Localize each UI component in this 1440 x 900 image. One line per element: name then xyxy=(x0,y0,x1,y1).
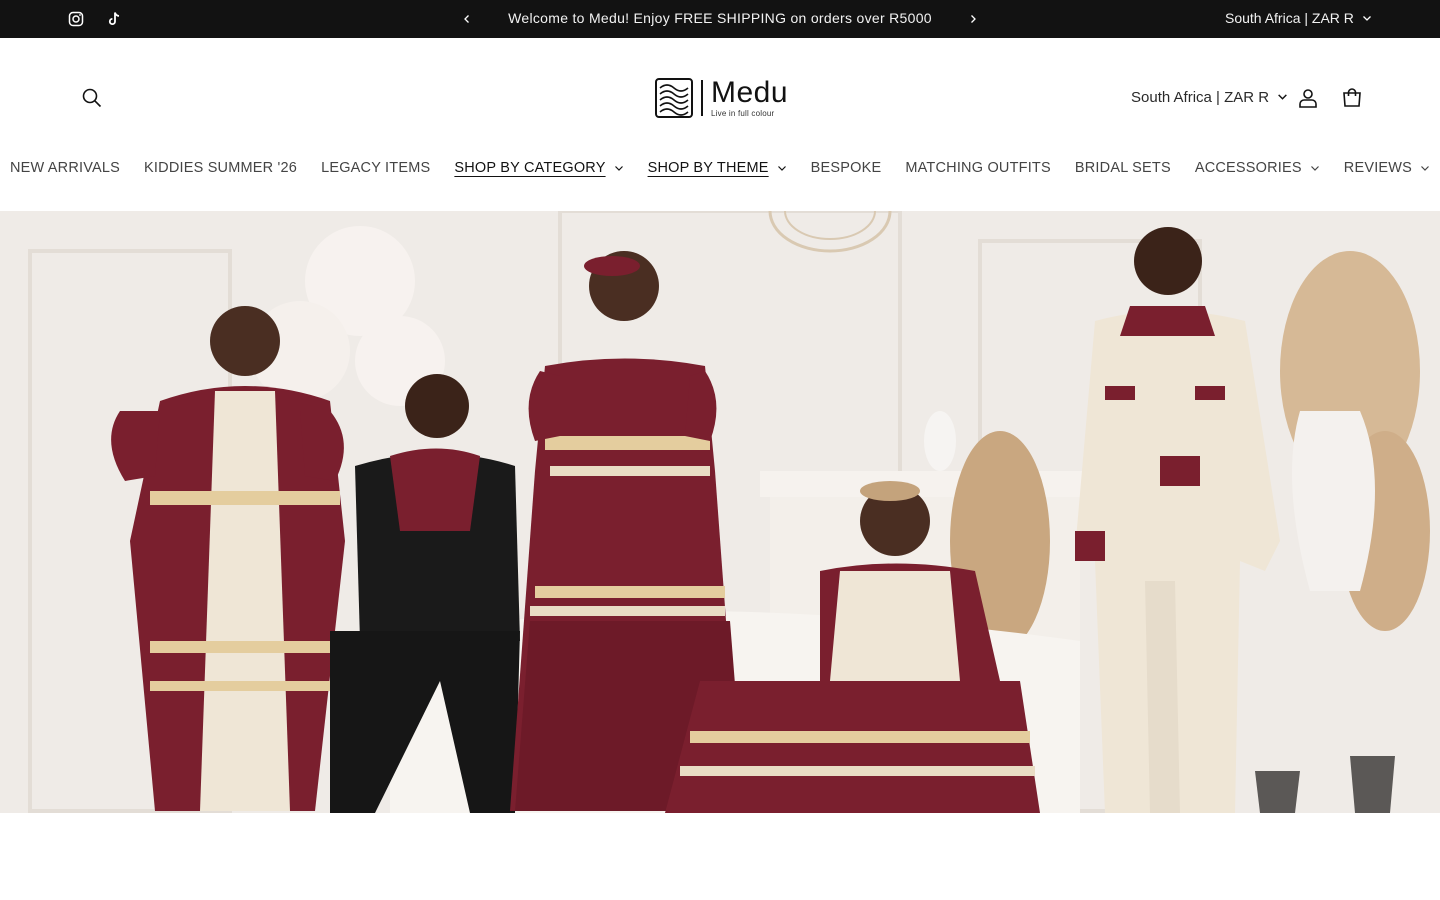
nav-item-reviews[interactable]: REVIEWS xyxy=(1332,160,1440,176)
site-header: Medu Live in full colour South Africa | … xyxy=(0,38,1440,211)
nav-item-label: REVIEWS xyxy=(1343,160,1413,176)
nav-item-new-arrivals[interactable]: NEW ARRIVALS xyxy=(0,160,132,176)
cart-icon[interactable] xyxy=(1338,84,1366,112)
logo-divider xyxy=(701,80,703,116)
chevron-right-icon[interactable] xyxy=(963,9,983,29)
hero-image xyxy=(0,211,1440,813)
nav-item-label: SHOP BY THEME xyxy=(647,160,769,176)
logo-mark-icon xyxy=(655,78,693,118)
nav-item-label: BRIDAL SETS xyxy=(1074,160,1171,176)
tiktok-icon[interactable] xyxy=(104,9,124,29)
social-links xyxy=(66,9,124,29)
nav-item-kiddies-summer[interactable]: KIDDIES SUMMER '26 xyxy=(132,160,309,176)
locale-label: South Africa | ZAR R xyxy=(1131,89,1270,106)
chevron-down-icon xyxy=(1277,89,1288,106)
instagram-icon[interactable] xyxy=(66,9,86,29)
locale-label: South Africa | ZAR R xyxy=(1225,10,1354,26)
nav-item-label: ACCESSORIES xyxy=(1194,160,1302,176)
search-icon[interactable] xyxy=(78,84,106,112)
nav-item-matching-outfits[interactable]: MATCHING OUTFITS xyxy=(893,160,1063,176)
nav-item-shop-by-theme[interactable]: SHOP BY THEME xyxy=(636,160,799,176)
nav-item-shop-by-category[interactable]: SHOP BY CATEGORY xyxy=(442,160,635,176)
chevron-down-icon xyxy=(1310,163,1320,173)
nav-item-label: MATCHING OUTFITS xyxy=(905,160,1051,176)
locale-selector[interactable]: South Africa | ZAR R xyxy=(1131,89,1288,106)
announcement-message: Welcome to Medu! Enjoy FREE SHIPPING on … xyxy=(508,10,932,26)
nav-item-label: NEW ARRIVALS xyxy=(9,160,121,176)
chevron-down-icon xyxy=(614,163,624,173)
logo-wordmark: Medu Live in full colour xyxy=(711,78,788,118)
chevron-down-icon xyxy=(777,163,787,173)
nav-item-bespoke[interactable]: BESPOKE xyxy=(799,160,894,176)
logo-name: Medu xyxy=(711,76,789,109)
chevron-down-icon xyxy=(1420,163,1430,173)
site-logo[interactable]: Medu Live in full colour xyxy=(655,78,790,122)
chevron-left-icon[interactable] xyxy=(457,9,477,29)
nav-item-label: KIDDIES SUMMER '26 xyxy=(144,160,298,176)
nav-item-bridal-sets[interactable]: BRIDAL SETS xyxy=(1063,160,1183,176)
nav-item-legacy-items[interactable]: LEGACY ITEMS xyxy=(309,160,442,176)
chevron-down-icon xyxy=(1362,10,1372,26)
main-navigation: NEW ARRIVALS KIDDIES SUMMER '26 LEGACY I… xyxy=(0,160,1440,176)
account-icon[interactable] xyxy=(1294,84,1322,112)
announcement-bar: Welcome to Medu! Enjoy FREE SHIPPING on … xyxy=(0,0,1440,38)
logo-tagline: Live in full colour xyxy=(711,109,775,118)
locale-selector-top[interactable]: South Africa | ZAR R xyxy=(1225,10,1372,26)
nav-list: NEW ARRIVALS KIDDIES SUMMER '26 LEGACY I… xyxy=(0,160,1440,176)
hero-banner[interactable] xyxy=(0,211,1440,813)
nav-item-label: LEGACY ITEMS xyxy=(321,160,431,176)
nav-item-label: SHOP BY CATEGORY xyxy=(454,160,606,176)
nav-item-label: BESPOKE xyxy=(810,160,882,176)
nav-item-accessories[interactable]: ACCESSORIES xyxy=(1183,160,1332,176)
